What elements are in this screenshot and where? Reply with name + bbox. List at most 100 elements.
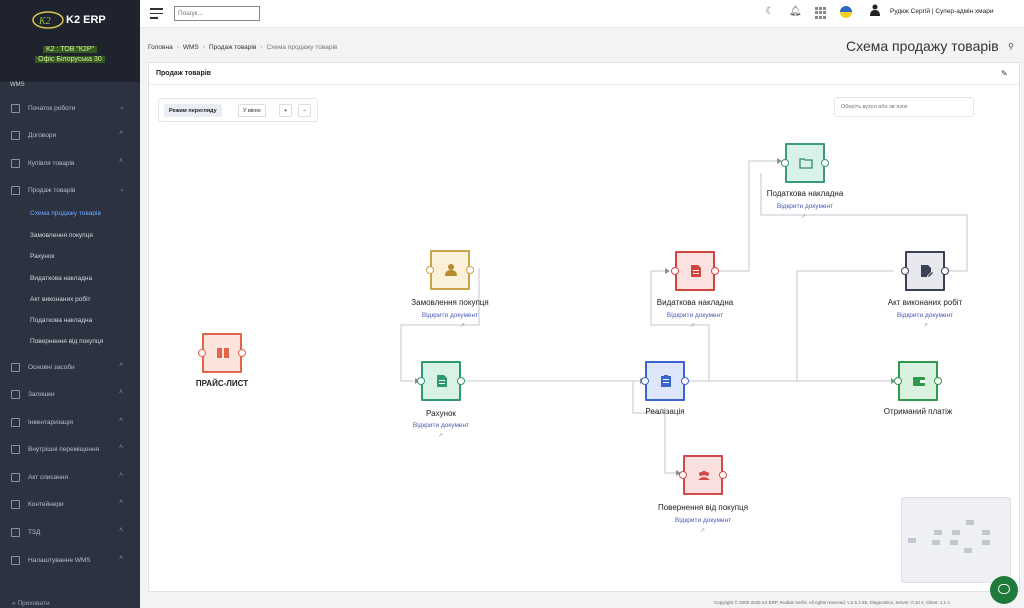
node-label: ПРАЙС-ЛИСТ [195,379,249,388]
start-icon [11,104,20,113]
sidebar-subitem-tax-invoice[interactable]: Податкова накладна [30,317,92,324]
user-menu[interactable]: Рудюк Сергій | Супер-адмін хмари [890,8,994,15]
external-link-icon[interactable]: ↗ [923,322,928,329]
zoom-in-button[interactable]: + [279,104,292,117]
port-right[interactable] [941,267,949,275]
group-icon [698,470,710,480]
port-right[interactable] [821,159,829,167]
chat-icon[interactable] [990,576,1018,604]
dark-mode-icon[interactable]: ☾ [764,6,776,18]
chevron-up-icon: ˄ [119,555,124,562]
node-label: Реалізація [645,407,685,416]
external-link-icon[interactable]: ↗ [460,322,465,329]
minimap-node [950,540,958,545]
external-link-icon[interactable]: ↗ [801,213,806,220]
sidebar-item-sales[interactable]: Продаж товарів ⌄ [0,186,140,206]
sidebar-subitem-return[interactable]: Повернення від покупця [30,338,103,345]
port-left[interactable] [781,159,789,167]
diagram-panel: Продаж товарів ✎ Режим перегляду У вікно… [148,62,1020,592]
port-right[interactable] [466,266,474,274]
port-left[interactable] [426,266,434,274]
breadcrumb-separator: › [260,44,263,51]
port-right[interactable] [711,267,719,275]
bell-icon[interactable]: 🔔︎ [789,6,802,18]
port-left[interactable] [894,377,902,385]
topbar: ☾ 🔔︎ Рудюк Сергій | Супер-адмін хмари [140,0,1024,28]
company-info[interactable]: K2 : ТОВ "К2Р" Офіс Білоруська 30 [0,45,140,65]
node-tax-invoice[interactable] [781,143,829,183]
chevron-up-icon: ˄ [119,362,124,369]
app-root: K2 K2 ERP K2 : ТОВ "К2Р" Офіс Білоруська… [0,0,1024,608]
port-left[interactable] [679,471,687,479]
node-invoice[interactable] [417,361,465,401]
document-icon [437,375,447,387]
open-document-link[interactable]: Відкрити документ [643,517,763,524]
minimap-node [966,520,974,525]
user-icon[interactable] [870,4,880,16]
user-icon [445,264,457,276]
open-document-link[interactable]: Відкрити документ [390,312,510,319]
fit-to-window-button[interactable]: У вікно [238,104,266,117]
view-mode-button[interactable]: Режим перегляду [164,104,222,117]
node-customer-order[interactable] [426,250,474,290]
sidebar-collapse-button[interactable]: « Приховати [12,600,50,607]
sidebar-item-inventory[interactable]: Інвентаризація ˄ [0,417,140,438]
port-right[interactable] [681,377,689,385]
sidebar-header: K2 K2 ERP K2 : ТОВ "К2Р" Офіс Білоруська… [0,0,140,82]
node-sale[interactable] [641,361,689,401]
open-document-link[interactable]: Відкрити документ [381,422,501,429]
external-link-icon[interactable]: ↗ [700,527,705,534]
sidebar-item-tsd[interactable]: ТЗД ˄ [0,527,140,548]
pin-icon[interactable]: ⚲ [1008,42,1014,51]
node-waybill[interactable] [671,251,719,291]
arrow-head [665,268,670,274]
node-customer-return[interactable] [679,455,727,495]
port-left[interactable] [417,377,425,385]
sidebar-subitem-act[interactable]: Акт виконаних робіт [30,296,91,303]
sidebar-subitem-invoice[interactable]: Рахунок [30,253,54,260]
port-left[interactable] [641,377,649,385]
sidebar-subitem-customer-order[interactable]: Замовлення покупця [30,232,93,239]
search-input[interactable] [174,6,260,21]
diagram-edges [400,158,968,476]
menu-toggle-icon[interactable] [150,8,163,19]
open-document-link[interactable]: Відкрити документ [635,312,755,319]
sidebar-item-stock[interactable]: Залишки ˄ [0,389,140,410]
breadcrumb-wms[interactable]: WMS [183,44,199,51]
sidebar-item-fixed-assets[interactable]: Основні засоби ˄ [0,362,140,383]
sidebar-item-wms-settings[interactable]: Налаштування WMS ˄ [0,555,140,576]
sidebar-subitem-sales-scheme[interactable]: Схема продажу товарів [30,210,101,217]
port-right[interactable] [719,471,727,479]
sidebar-item-transfers[interactable]: Внутрішні переміщення ˄ [0,444,140,465]
sidebar-item-contracts[interactable]: Договори ˄ [0,130,140,151]
sidebar-item-start[interactable]: Початок роботи ⌄ [0,104,140,124]
node-price-list[interactable] [198,333,246,373]
open-document-link[interactable]: Відкрити документ [745,203,865,210]
sidebar-item-write-off[interactable]: Акт списання ˄ [0,472,140,493]
minimap-node [934,530,942,535]
external-link-icon[interactable]: ↗ [438,432,443,439]
diagram-minimap[interactable] [901,497,1011,583]
port-left[interactable] [671,267,679,275]
port-right[interactable] [934,377,942,385]
node-payment-received[interactable] [894,361,942,401]
node-search-input[interactable] [834,97,974,117]
sidebar-item-containers[interactable]: Контейнери ˄ [0,499,140,520]
port-right[interactable] [238,349,246,357]
double-chevron-left-icon: « [12,600,16,607]
port-right[interactable] [457,377,465,385]
zoom-out-button[interactable]: − [298,104,311,117]
sidebar-subitem-waybill[interactable]: Видаткова накладна [30,275,92,282]
sidebar-item-purchase[interactable]: Купівля товарів ˄ [0,158,140,179]
breadcrumb-sales[interactable]: Продаж товарів [209,44,256,51]
external-link-icon[interactable]: ↗ [690,322,695,329]
open-document-link[interactable]: Відкрити документ [865,312,985,319]
port-left[interactable] [901,267,909,275]
breadcrumb-home[interactable]: Головна [148,44,173,51]
node-act-of-work[interactable] [901,251,949,291]
logo-icon[interactable]: K2 [30,8,70,32]
document-icon [691,265,701,277]
apps-grid-icon[interactable] [815,7,827,19]
port-left[interactable] [198,349,206,357]
language-flag-icon[interactable] [840,6,852,18]
